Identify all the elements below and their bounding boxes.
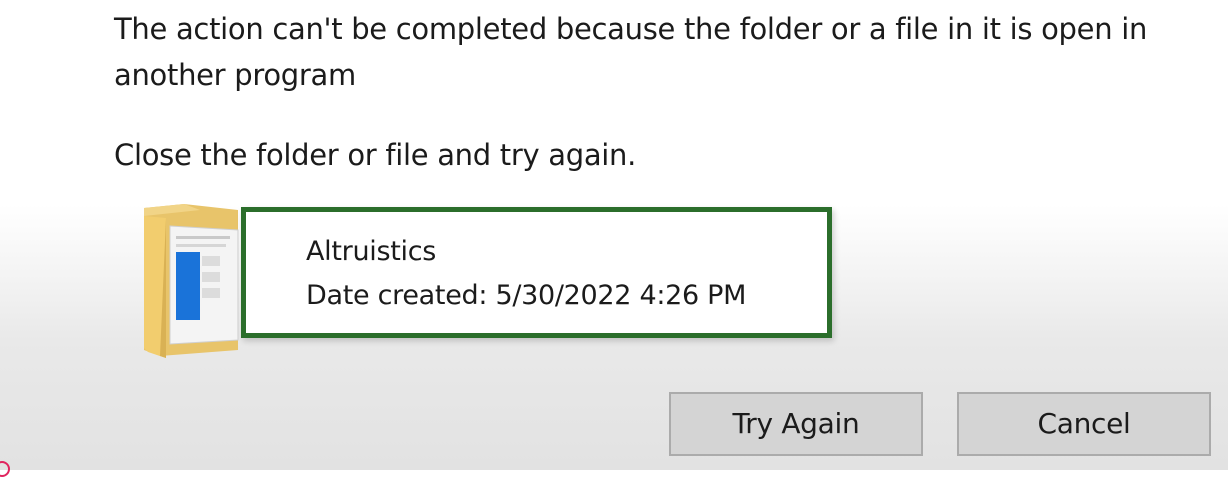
file-date-created: Date created: 5/30/2022 4:26 PM [306,280,747,311]
error-message: The action can't be completed because th… [114,12,1148,92]
try-again-button[interactable]: Try Again [669,392,923,456]
folder-icon [140,200,244,360]
file-info-box: Altruistics Date created: 5/30/2022 4:26… [241,207,832,338]
hint-message: Close the folder or file and try again. [114,138,637,172]
cursor-indicator [0,461,10,477]
cancel-button[interactable]: Cancel [957,392,1211,456]
file-name: Altruistics [306,236,437,267]
file-in-use-dialog: The action can't be completed because th… [0,0,1228,477]
